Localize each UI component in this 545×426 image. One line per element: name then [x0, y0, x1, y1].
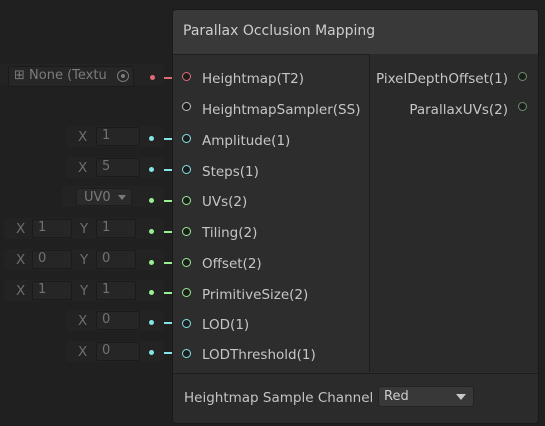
lod-port[interactable] [182, 319, 191, 328]
primitive-size-x-axis-label: X [16, 283, 26, 299]
object-picker-icon[interactable] [117, 70, 129, 82]
steps-field[interactable]: X 5 [66, 157, 142, 178]
tiling-x-value[interactable]: 1 [32, 219, 72, 238]
pixel-depth-offset-port[interactable] [518, 72, 527, 81]
steps-connector-dot [149, 167, 154, 172]
heightmap-connector-dot [150, 75, 155, 80]
node-header[interactable]: Parallax Occlusion Mapping [173, 10, 538, 55]
sample-channel-dropdown[interactable]: Red [378, 386, 474, 407]
primitive-size-connector-dot [149, 290, 154, 295]
amplitude-connector-dot [149, 136, 154, 141]
amplitude-port[interactable] [182, 134, 191, 143]
lod-field[interactable]: X 0 [66, 310, 142, 331]
chevron-down-icon [118, 195, 126, 200]
amplitude-label: Amplitude(1) [202, 133, 291, 149]
tiling-label: Tiling(2) [202, 225, 258, 241]
lod-threshold-label: LODThreshold(1) [202, 347, 316, 363]
parallax-uvs-label: ParallaxUVs(2) [409, 102, 508, 118]
primitive-size-x-value[interactable]: 1 [32, 281, 72, 300]
heightmap-label: Heightmap(T2) [202, 71, 304, 87]
heightmap-texture-field[interactable]: ⊞ None (Textu [8, 66, 134, 87]
column-divider [369, 54, 370, 372]
tiling-connector-dot [149, 229, 154, 234]
lod-axis-label: X [78, 313, 88, 329]
sample-channel-value: Red [384, 389, 409, 404]
steps-label: Steps(1) [202, 164, 259, 180]
lod-threshold-value[interactable]: 0 [96, 342, 140, 361]
lod-label: LOD(1) [202, 317, 250, 333]
offset-field[interactable]: X 0 Y 0 [4, 249, 144, 270]
offset-y-value[interactable]: 0 [96, 250, 136, 269]
heightmap-sampler-label: HeightmapSampler(SS) [202, 102, 361, 118]
uvs-connector-dot [149, 198, 154, 203]
heightmap-sampler-port[interactable] [182, 102, 191, 111]
steps-port[interactable] [182, 165, 191, 174]
pixel-depth-offset-label: PixelDepthOffset(1) [375, 71, 508, 87]
lod-threshold-connector-dot [149, 350, 154, 355]
lod-threshold-field[interactable]: X 0 [66, 341, 142, 362]
offset-label: Offset(2) [202, 256, 262, 272]
parallax-occlusion-mapping-node[interactable]: Parallax Occlusion Mapping Heightmap(T2)… [172, 9, 539, 424]
lod-connector-dot [149, 320, 154, 325]
offset-x-axis-label: X [16, 252, 26, 268]
offset-y-axis-label: Y [80, 252, 89, 268]
node-settings: Heightmap Sample Channel Red [173, 373, 538, 423]
tiling-field[interactable]: X 1 Y 1 [4, 218, 144, 239]
texture-value: ⊞ None (Textu [14, 68, 107, 83]
primitive-size-y-axis-label: Y [80, 283, 89, 299]
sample-channel-label: Heightmap Sample Channel [184, 390, 374, 406]
uv-channel-dropdown[interactable]: UV0 [76, 188, 132, 206]
lod-value[interactable]: 0 [96, 311, 140, 330]
steps-value[interactable]: 5 [96, 158, 140, 177]
node-title: Parallax Occlusion Mapping [183, 23, 376, 39]
tiling-y-axis-label: Y [80, 221, 89, 237]
primitive-size-label: PrimitiveSize(2) [202, 287, 309, 303]
amplitude-axis-label: X [78, 129, 88, 145]
uvs-label: UVs(2) [202, 194, 248, 210]
uvs-port[interactable] [182, 196, 191, 205]
parallax-uvs-port[interactable] [518, 102, 527, 111]
heightmap-port[interactable] [182, 72, 191, 81]
texture-icon: ⊞ [14, 68, 30, 83]
steps-axis-label: X [78, 160, 88, 176]
primitive-size-field[interactable]: X 1 Y 1 [4, 280, 144, 301]
tiling-y-value[interactable]: 1 [96, 219, 136, 238]
tiling-port[interactable] [182, 227, 191, 236]
lod-threshold-axis-label: X [78, 344, 88, 360]
amplitude-field[interactable]: X 1 [66, 126, 142, 147]
offset-connector-dot [149, 260, 154, 265]
primitive-size-port[interactable] [182, 288, 191, 297]
offset-x-value[interactable]: 0 [32, 250, 72, 269]
offset-port[interactable] [182, 258, 191, 267]
chevron-down-icon [456, 394, 466, 400]
amplitude-value[interactable]: 1 [96, 127, 140, 146]
primitive-size-y-value[interactable]: 1 [96, 281, 136, 300]
uv-channel-value: UV0 [84, 190, 111, 205]
tiling-x-axis-label: X [16, 221, 26, 237]
lod-threshold-port[interactable] [182, 349, 191, 358]
